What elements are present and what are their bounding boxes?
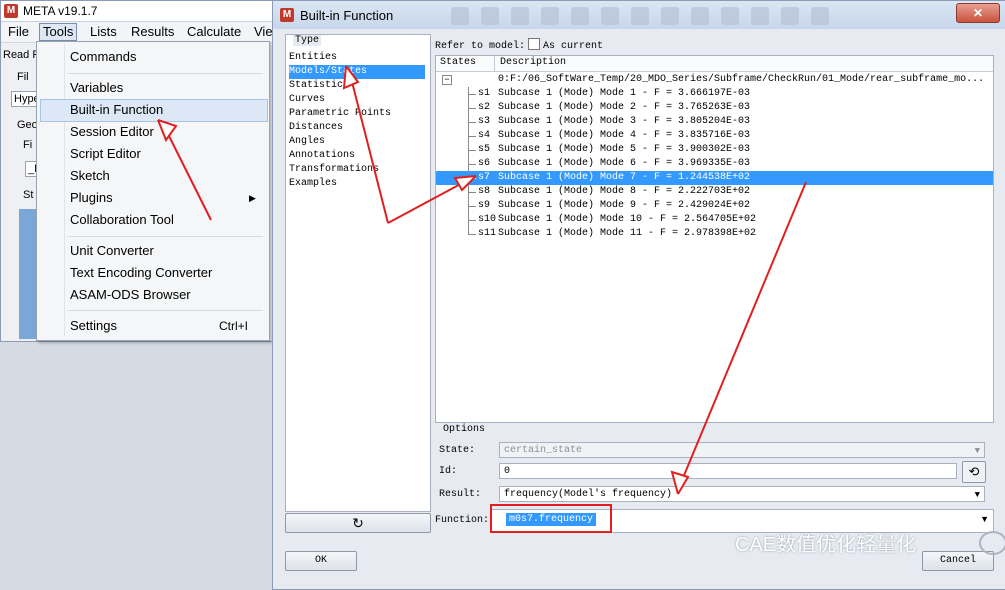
arrow-to-built-in-function bbox=[164, 127, 212, 221]
arrow-to-models-states bbox=[349, 73, 389, 224]
arrowhead bbox=[670, 470, 690, 495]
arrowhead bbox=[157, 119, 178, 143]
arrowhead bbox=[342, 65, 360, 90]
arrow-to-s7 bbox=[387, 179, 469, 224]
function-highlight-box bbox=[490, 504, 612, 533]
arrowhead bbox=[453, 175, 477, 192]
arrow-to-result bbox=[679, 181, 807, 486]
annotation-overlay bbox=[157, 65, 807, 533]
